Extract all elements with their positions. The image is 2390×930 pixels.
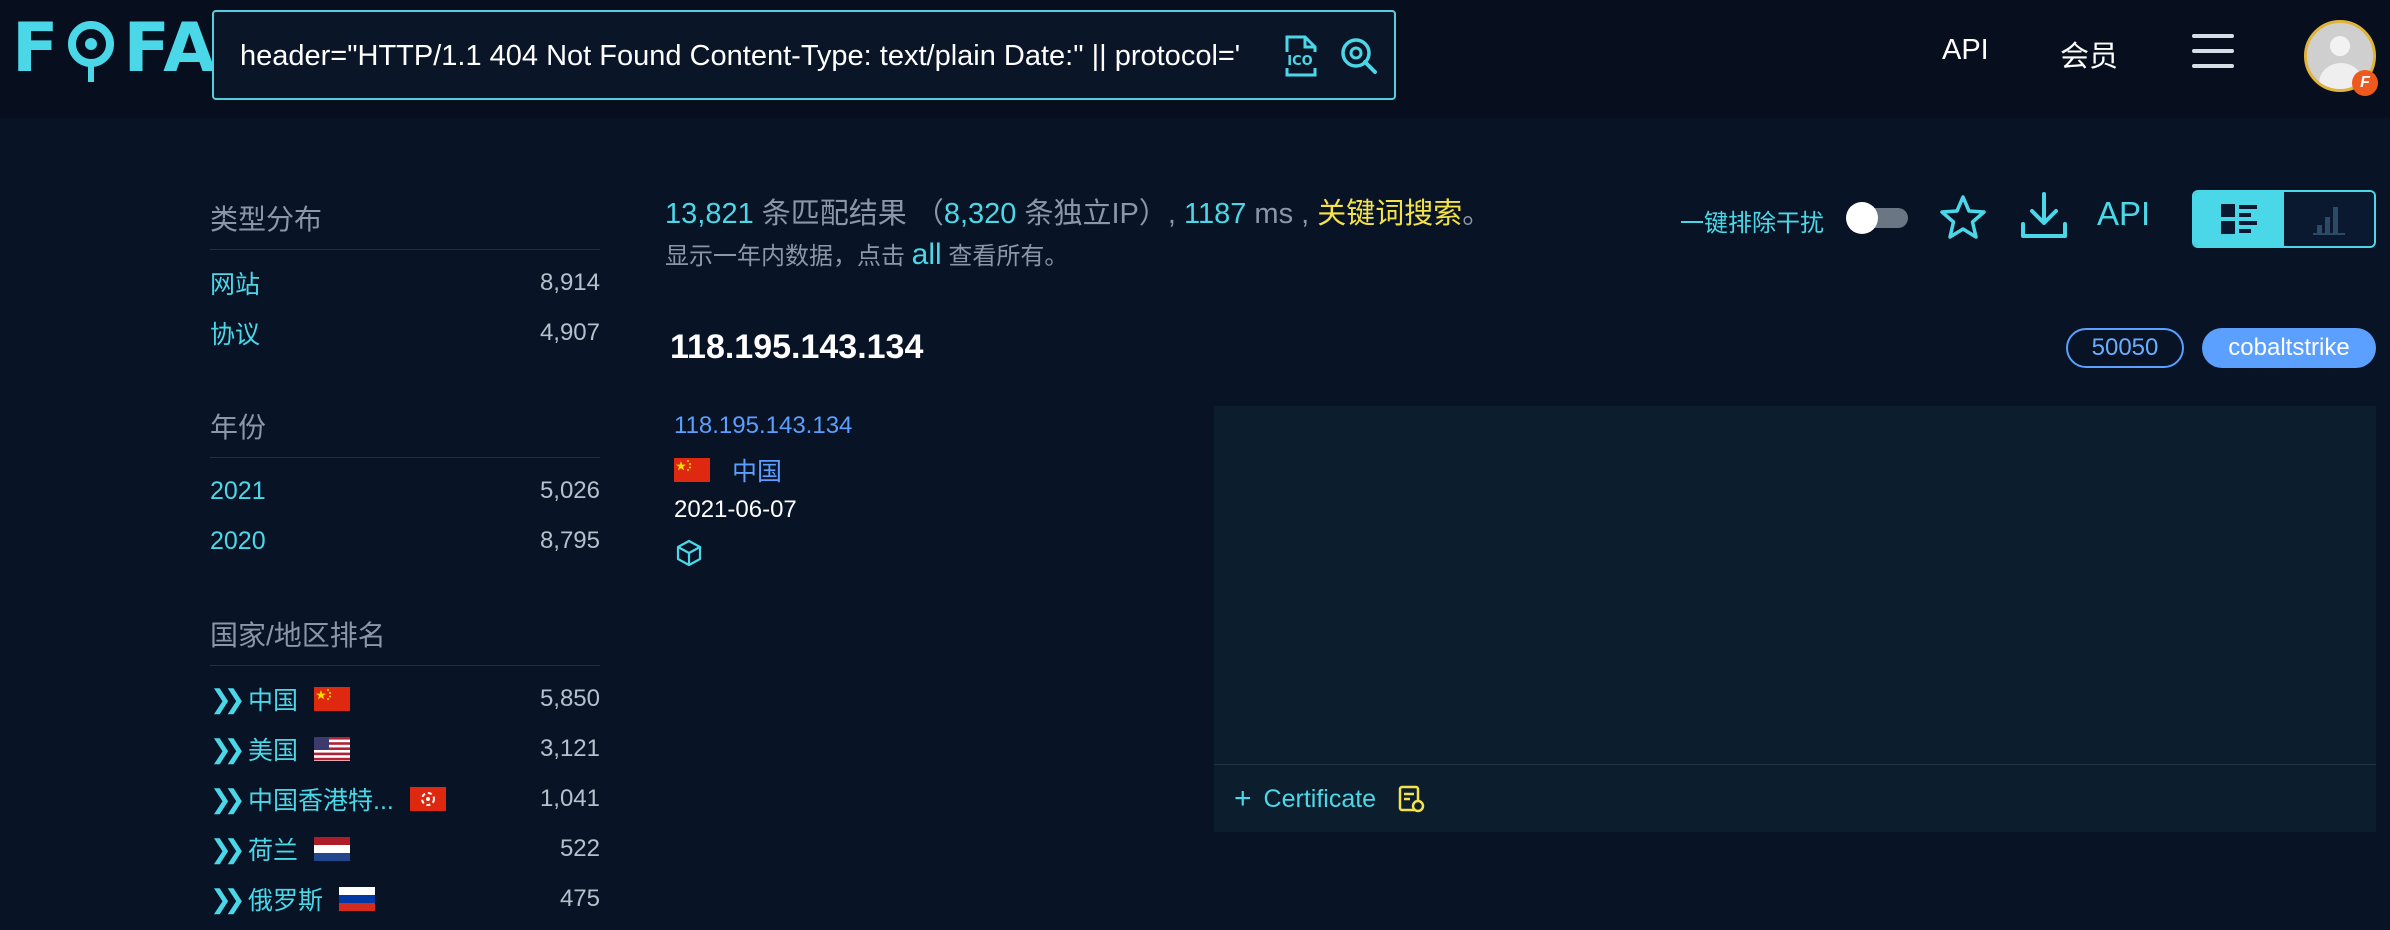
result-ip-title[interactable]: 118.195.143.134 (670, 328, 923, 367)
hongkong-flag-icon (409, 787, 446, 811)
ico-label: ICO (1287, 54, 1312, 69)
avatar-badge: F (2352, 70, 2378, 96)
data-range-note: 显示一年内数据，点击 all 查看所有。 (665, 236, 1068, 272)
plus-icon: + (1234, 782, 1252, 815)
nav-member-link[interactable]: 会员 (2060, 33, 2118, 75)
certificate-toggle[interactable]: + Certificate (1234, 784, 1426, 814)
data-range-suffix: 查看所有。 (941, 243, 1069, 270)
product-tag[interactable]: cobaltstrike (2202, 328, 2376, 368)
result-country-label: 中国 (732, 458, 783, 486)
country-item-count: 3,121 (539, 735, 600, 762)
fofa-logo[interactable]: F FA (12, 14, 217, 84)
exclude-interference-toggle[interactable] (1846, 202, 1908, 234)
year-section: 年份 2021 5,026 2020 8,795 (210, 398, 600, 566)
double-chevron-right-icon: ❯❯ (210, 833, 246, 864)
china-flag-icon (674, 458, 710, 482)
logo-letters-fa: FA (123, 9, 217, 88)
nav-api-link[interactable]: API (1942, 34, 1989, 67)
result-country[interactable]: 中国 (674, 452, 782, 488)
usa-flag-icon (314, 737, 351, 761)
result-count-suffix: 条匹配结果 （ (753, 198, 944, 230)
result-count: 13,821 (665, 198, 754, 230)
country-item-label: 荷兰 (248, 837, 299, 865)
type-distribution-section: 类型分布 网站 8,914 协议 4,907 (210, 190, 600, 358)
result-summary: 13,821 条匹配结果 （8,320 条独立IP）, 1187 ms , 关键… (665, 190, 1491, 232)
country-item-count: 522 (559, 835, 600, 862)
search-box[interactable]: ICO (212, 10, 1396, 100)
logo-letter-f: F (12, 9, 60, 88)
show-all-link[interactable]: all (912, 238, 942, 271)
api-button[interactable]: API (2097, 195, 2150, 233)
cube-icon[interactable] (674, 538, 704, 568)
query-time: 1187 (1183, 198, 1247, 230)
search-input[interactable] (240, 34, 1240, 78)
list-view-icon[interactable] (2194, 192, 2284, 246)
double-chevron-right-icon: ❯❯ (210, 683, 246, 714)
year-item-label: 2020 (210, 526, 266, 555)
country-ranking-title: 国家/地区排名 (210, 606, 600, 666)
type-item-label: 网站 (210, 271, 261, 299)
russia-flag-icon (339, 887, 376, 911)
filter-sidebar: 类型分布 网站 8,914 协议 4,907 年份 2021 5,026 202… (210, 190, 600, 930)
country-item-label: 俄罗斯 (248, 887, 324, 915)
country-item-hongkong[interactable]: ❯❯ 中国香港特... 1,041 (210, 774, 600, 824)
chart-view-icon[interactable] (2284, 192, 2374, 246)
panel-divider (1214, 764, 2376, 765)
country-item-usa[interactable]: ❯❯ 美国 3,121 (210, 724, 600, 774)
download-icon[interactable] (2017, 188, 2071, 244)
type-item-protocol[interactable]: 协议 4,907 (210, 308, 600, 358)
netherlands-flag-icon (314, 837, 351, 861)
summary-end: 。 (1462, 198, 1492, 230)
double-chevron-right-icon: ❯❯ (210, 783, 246, 814)
port-tag[interactable]: 50050 (2066, 328, 2184, 368)
country-item-russia[interactable]: ❯❯ 俄罗斯 475 (210, 874, 600, 924)
type-item-website[interactable]: 网站 8,914 (210, 258, 600, 308)
search-icon[interactable] (1339, 36, 1379, 76)
country-item-count: 1,041 (539, 785, 600, 812)
unique-ip-suffix: 条独立IP）, (1016, 198, 1184, 230)
country-ranking-section: 国家/地区排名 ❯❯ 中国 5,850 ❯❯ 美国 3,121 ❯❯ 中国香港特… (210, 606, 600, 924)
year-item-count: 8,795 (539, 527, 600, 554)
china-flag-icon (314, 687, 351, 711)
type-item-label: 协议 (210, 321, 261, 349)
top-bar: F FA ICO API 会员 (0, 0, 2390, 118)
year-item-2021[interactable]: 2021 5,026 (210, 466, 600, 516)
response-content-panel: + Certificate (1214, 406, 2376, 832)
type-item-count: 8,914 (539, 269, 600, 296)
keyword-search-link[interactable]: 关键词搜索 (1317, 198, 1462, 230)
country-item-label: 美国 (248, 737, 299, 765)
query-time-suffix: ms , (1246, 198, 1318, 230)
ico-search-icon[interactable]: ICO (1279, 34, 1321, 78)
hamburger-menu-icon[interactable] (2192, 34, 2234, 72)
country-item-label: 中国 (248, 687, 299, 715)
year-item-label: 2021 (210, 476, 266, 505)
toggle-knob (1846, 202, 1878, 234)
country-item-label: 中国香港特... (248, 787, 394, 815)
country-item-count: 475 (559, 885, 600, 912)
country-item-china[interactable]: ❯❯ 中国 5,850 (210, 674, 600, 724)
double-chevron-right-icon: ❯❯ (210, 883, 246, 914)
year-item-2020[interactable]: 2020 8,795 (210, 516, 600, 566)
type-distribution-title: 类型分布 (210, 190, 600, 250)
logo-o-icon (61, 14, 121, 84)
exclude-interference-label: 一键排除干扰 (1680, 210, 1824, 237)
certificate-label: Certificate (1263, 784, 1377, 813)
view-switch (2192, 190, 2376, 248)
data-range-prefix: 显示一年内数据，点击 (665, 243, 912, 270)
country-item-netherlands[interactable]: ❯❯ 荷兰 522 (210, 824, 600, 874)
type-item-count: 4,907 (539, 319, 600, 346)
result-date: 2021-06-07 (674, 496, 797, 523)
country-item-count: 5,850 (539, 685, 600, 712)
year-item-count: 5,026 (539, 477, 600, 504)
result-host-link[interactable]: 118.195.143.134 (674, 412, 852, 440)
year-title: 年份 (210, 398, 600, 458)
star-icon[interactable] (1937, 192, 1989, 244)
certificate-icon[interactable] (1396, 784, 1426, 814)
double-chevron-right-icon: ❯❯ (210, 733, 246, 764)
unique-ip-count: 8,320 (943, 198, 1017, 230)
